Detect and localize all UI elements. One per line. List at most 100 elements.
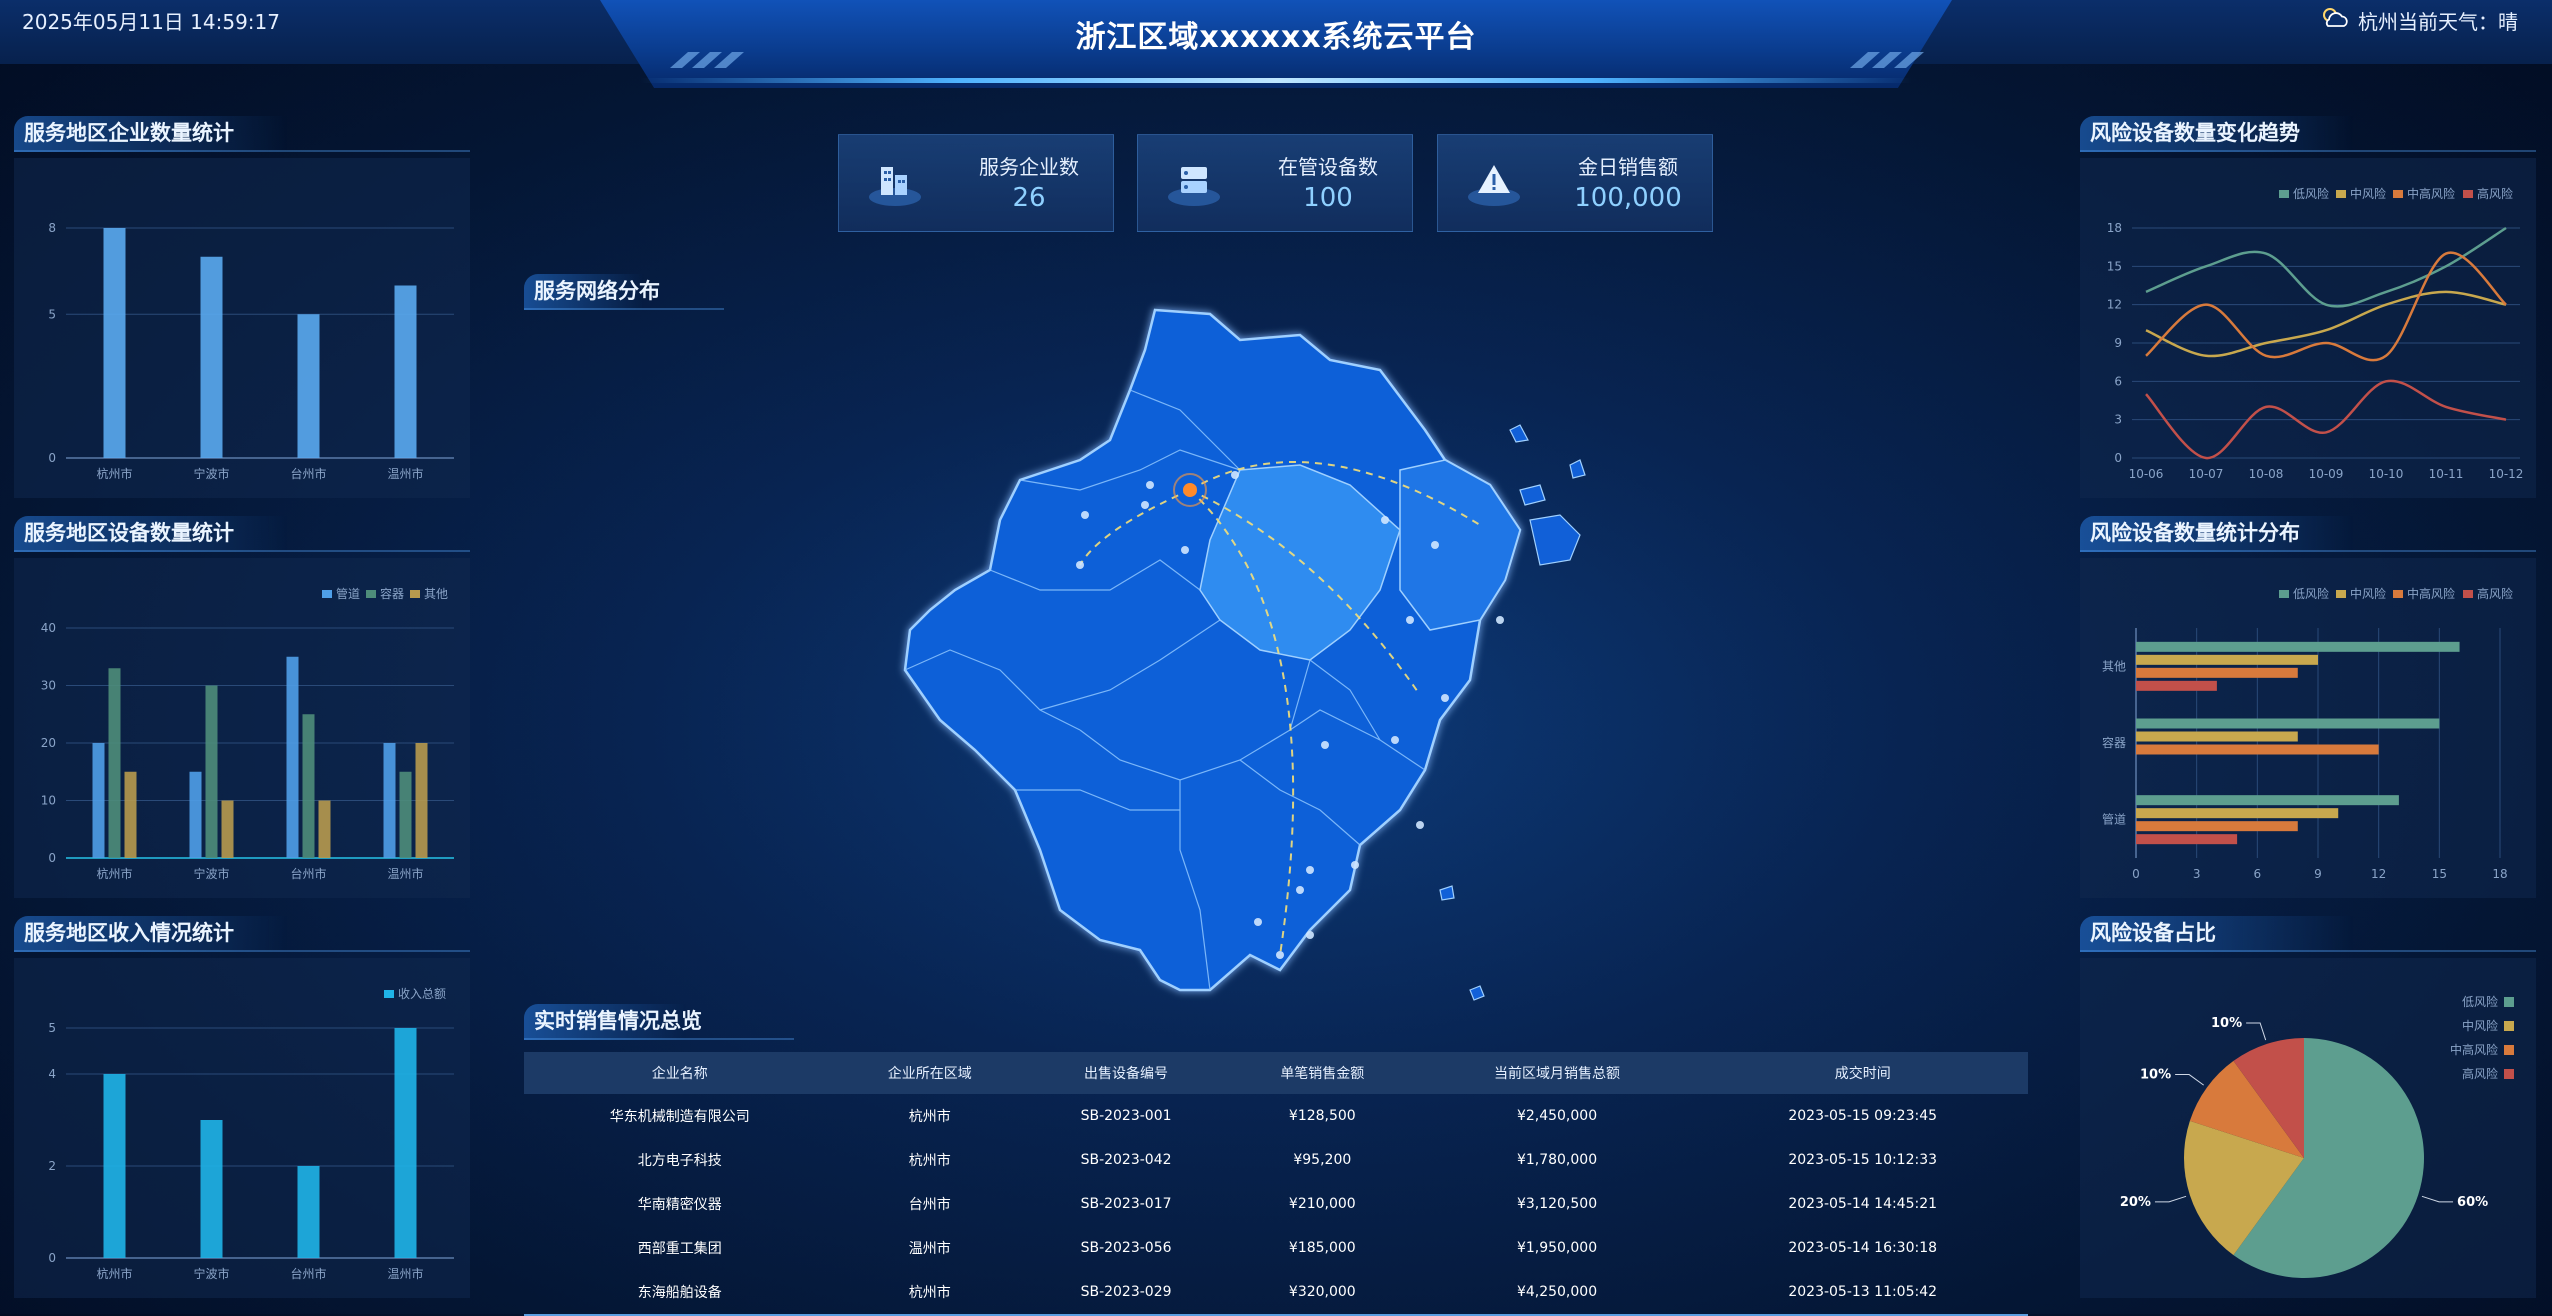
stat-value: 26 (1012, 183, 1046, 213)
stat-card-devices: 在管设备数 100 (1137, 134, 1413, 232)
x-tick-label: 10-12 (2489, 467, 2524, 481)
panel-title: 风险设备数量统计分布 (2080, 516, 2536, 552)
y-tick-label: 10 (41, 794, 56, 808)
panel-risk-distribution: 风险设备数量统计分布 0 3 6 9 12 15 18 管道 容器 其他 高风险 中高风险 中风险 低风险 (2080, 516, 2536, 898)
risk-distribution-bar-chart: 0 3 6 9 12 15 18 管道 容器 其他 高风险 中高风险 中风险 低风险 (2102, 586, 2513, 881)
panel-device-count: 服务地区设备数量统计 0 10 20 30 40 杭州市 宁波市 台州市 温州市 其他 容器 管道 (14, 516, 470, 898)
legend-swatch (2504, 1069, 2514, 1079)
title-glow (640, 78, 1912, 83)
panel-enterprise-count: 服务地区企业数量统计 0 5 8 杭州市 宁波市 台州市 温州市 (14, 116, 470, 498)
table-cell: 2023-05-15 09:23:45 (1788, 1108, 1938, 1124)
table-row[interactable]: 东海船舶设备 杭州市 SB-2023-029 ¥320,000 ¥4,250,0… (524, 1270, 2028, 1314)
x-tick-label: 宁波市 (193, 866, 229, 881)
legend-swatch (2336, 590, 2346, 598)
legend-label: 中高风险 (2407, 586, 2455, 601)
stat-label: 在管设备数 (1278, 155, 1378, 179)
table-cell: SB-2023-056 (1080, 1240, 1172, 1256)
table-cell: ¥320,000 (1288, 1284, 1356, 1300)
legend-swatch (410, 590, 420, 598)
bar (92, 743, 105, 858)
table-row[interactable]: 华南精密仪器 台州市 SB-2023-017 ¥210,000 ¥3,120,5… (524, 1182, 2028, 1226)
legend-swatch (2279, 190, 2289, 198)
x-tick-label: 台州市 (290, 866, 326, 881)
x-tick-label: 台州市 (290, 1266, 326, 1281)
x-tick-label: 温州市 (387, 1266, 423, 1281)
bar (2136, 641, 2460, 652)
legend-swatch (384, 990, 394, 998)
datetime-text: 2025年05月11日 14:59:17 (22, 10, 280, 34)
y-tick-label: 容器 (2102, 735, 2126, 750)
bar (103, 1074, 126, 1258)
weather-text: 杭州当前天气：晴 (2358, 10, 2518, 34)
panel-title: 风险设备数量变化趋势 (2080, 116, 2536, 152)
bar (2136, 821, 2298, 832)
table-cell: ¥1,950,000 (1516, 1240, 1598, 1256)
y-tick-label: 5 (48, 307, 56, 321)
table-cell: 杭州市 (908, 1109, 951, 1125)
legend-swatch (2393, 190, 2403, 198)
legend-swatch (2504, 1021, 2514, 1031)
bar (200, 256, 223, 458)
bar (318, 800, 331, 858)
column-header: 当前区域月销售总额 (1416, 1052, 1698, 1094)
y-tick-label: 其他 (2102, 659, 2126, 673)
y-tick-label: 8 (48, 221, 56, 235)
pie-label: 10% (2211, 1016, 2242, 1031)
x-tick-label: 10-07 (2189, 467, 2224, 481)
bar (2136, 795, 2399, 806)
y-tick-label: 0 (48, 851, 56, 865)
y-tick-label: 管道 (2102, 812, 2126, 827)
bar (2136, 834, 2238, 845)
table-cell: 温州市 (908, 1241, 951, 1257)
stat-card-enterprises: 服务企业数 26 (838, 134, 1114, 232)
bar (2136, 731, 2298, 742)
enterprise-bar-chart: 0 5 8 杭州市 宁波市 台州市 温州市 (48, 221, 454, 481)
y-tick-label: 5 (48, 1021, 56, 1035)
panel-title: 服务地区企业数量统计 (14, 116, 470, 152)
legend-label: 中风险 (2462, 1018, 2498, 1033)
column-header: 出售设备编号 (1024, 1052, 1228, 1094)
header-stripes-left (670, 52, 810, 68)
x-tick-label: 10-08 (2249, 467, 2284, 481)
bar (383, 743, 396, 858)
income-bar-chart: 0 2 4 5 杭州市 宁波市 台州市 温州市 收入总额 (48, 987, 454, 1281)
bar (200, 1120, 223, 1258)
table-cell: 华东机械制造有限公司 (609, 1109, 750, 1125)
x-tick-label: 宁波市 (193, 466, 229, 481)
legend-label: 高风险 (2477, 186, 2513, 201)
y-tick-label: 18 (2107, 221, 2122, 235)
table-cell: 台州市 (908, 1197, 951, 1213)
legend-label: 容器 (380, 586, 404, 601)
risk-trend-line-chart: 0 3 6 9 12 15 18 10-06 10-07 10-08 10-09 10-10 10-11… (2107, 186, 2524, 481)
panel-title: 服务地区收入情况统计 (14, 916, 470, 952)
x-tick-label: 温州市 (387, 466, 423, 481)
table-cell: 华南精密仪器 (637, 1197, 722, 1213)
y-tick-label: 30 (41, 679, 56, 693)
bar (394, 285, 417, 458)
panel-title: 服务地区设备数量统计 (14, 516, 470, 552)
bar (2136, 744, 2379, 755)
x-tick-label: 6 (2254, 867, 2262, 881)
legend-label: 中高风险 (2407, 186, 2455, 201)
table-header-row: 企业名称 企业所在区域 出售设备编号 单笔销售金额 当前区域月销售总额 成交时间 (524, 1052, 2028, 1094)
table-cell: 2023-05-14 16:30:18 (1788, 1240, 1938, 1256)
legend-swatch (2504, 1045, 2514, 1055)
table-row[interactable]: 北方电子科技 杭州市 SB-2023-042 ¥95,200 ¥1,780,00… (524, 1138, 2028, 1182)
bar (2136, 718, 2440, 729)
bar (2136, 654, 2318, 665)
stat-value: 100 (1303, 183, 1353, 213)
zhejiang-map[interactable] (880, 290, 1670, 1050)
bar (394, 1028, 417, 1258)
table-cell: 2023-05-15 10:12:33 (1788, 1152, 1938, 1168)
map-region-main (903, 308, 1522, 992)
table-row[interactable]: 西部重工集团 温州市 SB-2023-056 ¥185,000 ¥1,950,0… (524, 1226, 2028, 1270)
table-cell: ¥3,120,500 (1516, 1196, 1598, 1212)
enterprise-icon (865, 153, 925, 213)
bar (2136, 680, 2217, 691)
page-title: 浙江区域xxxxxx系统云平台 (1075, 20, 1477, 55)
table-row[interactable]: 华东机械制造有限公司 杭州市 SB-2023-001 ¥128,500 ¥2,4… (524, 1094, 2028, 1138)
y-tick-label: 2 (48, 1159, 56, 1173)
table-cell: 北方电子科技 (637, 1153, 722, 1169)
y-tick-label: 9 (2114, 336, 2122, 350)
table-cell: 2023-05-14 14:45:21 (1788, 1196, 1938, 1212)
